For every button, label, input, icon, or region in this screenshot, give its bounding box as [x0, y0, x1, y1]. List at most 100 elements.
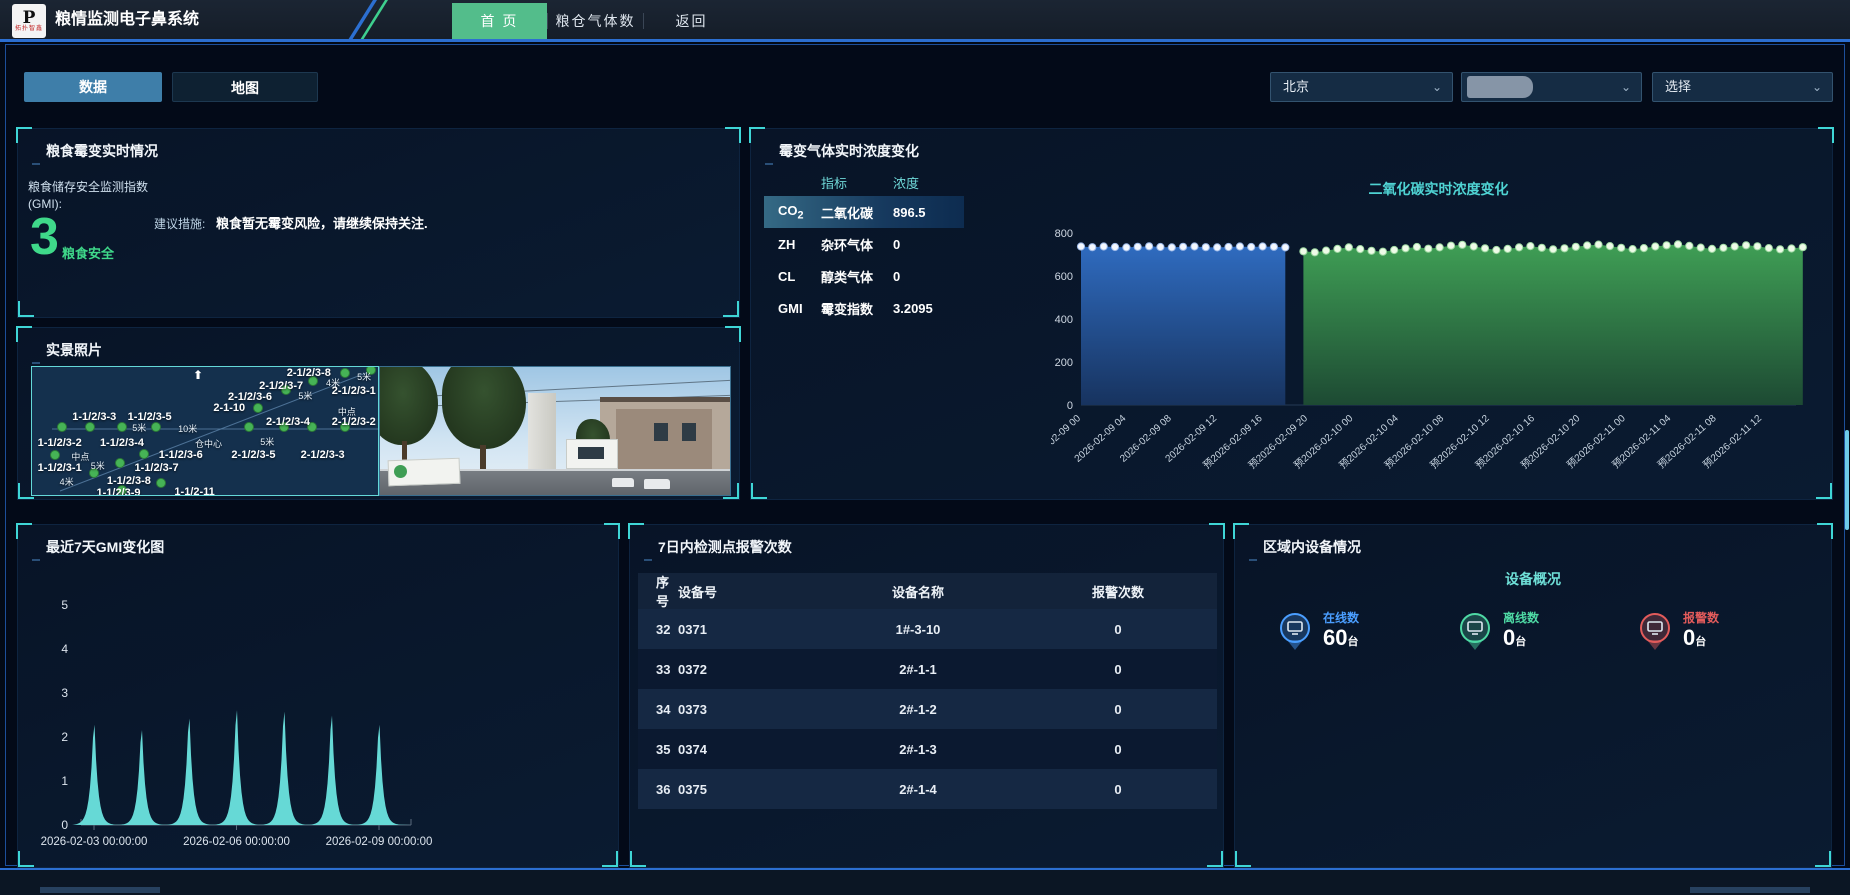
- sensor-label: 2-1-10: [213, 402, 245, 414]
- sensor-label: 1-1/2/3-1: [38, 462, 82, 474]
- header-swoosh-decoration: [330, 0, 420, 39]
- gas-table: 指标 浓度 CO2二氧化碳896.5ZH杂环气体0CL醇类气体0GMI霉变指数3…: [764, 173, 964, 324]
- alarm-table-row[interactable]: 3503742#-1-30: [638, 729, 1217, 769]
- svg-text:1: 1: [61, 774, 68, 788]
- svg-text:200: 200: [1055, 357, 1073, 369]
- map-view-button[interactable]: 地图: [172, 72, 318, 102]
- gas-value: 0: [893, 269, 900, 284]
- data-view-button[interactable]: 数据: [24, 72, 162, 102]
- alarm-table-header: 序号设备号设备名称报警次数: [638, 573, 1217, 609]
- photo-car: [644, 479, 670, 489]
- panel-mold-status: 粮食霉变实时情况 粮食储存安全监测指数 (GMI): 3 粮食安全 建议措施: …: [17, 128, 740, 318]
- panel-title: 7日内检测点报警次数: [658, 537, 792, 557]
- panel-title: 区域内设备情况: [1263, 537, 1361, 557]
- photo-tree: [442, 366, 526, 449]
- sensor-dot[interactable]: [244, 422, 254, 432]
- sensor-dot[interactable]: [340, 368, 350, 378]
- alarm-device-id: 0373: [678, 702, 808, 717]
- alarm-seq: 32: [638, 622, 678, 637]
- gas-value: 3.2095: [893, 301, 933, 316]
- title-tick-decoration: [32, 362, 40, 364]
- svg-text:800: 800: [1055, 228, 1073, 240]
- gas-name: 醇类气体: [821, 267, 893, 286]
- sensor-dot[interactable]: [139, 449, 149, 459]
- gmi-trend-chart[interactable]: 0123452026-02-03 00:00:002026-02-06 00:0…: [26, 555, 612, 866]
- alarm-table-row[interactable]: 3603752#-1-40: [638, 769, 1217, 809]
- app-title: 粮情监测电子鼻系统: [55, 0, 199, 39]
- sensor-dot[interactable]: [151, 422, 161, 432]
- svg-text:0: 0: [1067, 400, 1073, 412]
- alarm-count: 0: [1028, 622, 1208, 637]
- sensor-label: 1-1/2/3-6: [159, 449, 203, 461]
- panel-device-status: 区域内设备情况 设备概况 在线数60台离线数0台报警数0台: [1234, 524, 1832, 868]
- alarm-table-row[interactable]: 3403732#-1-20: [638, 689, 1217, 729]
- alarm-table-row[interactable]: 3203711#-3-100: [638, 609, 1217, 649]
- co2-concentration-chart[interactable]: 02004006008002026-02-09 002026-02-09 042…: [1051, 205, 1826, 510]
- app-header: P 拓扑智鑫 粮情监测电子鼻系统 首 页粮仓气体数据返回: [0, 0, 1850, 42]
- alarm-table-row[interactable]: 3303722#-1-10: [638, 649, 1217, 689]
- device-stat-value: 0台: [1683, 626, 1719, 654]
- select-dropdown[interactable]: 选择 ⌄: [1652, 72, 1833, 102]
- alarm-device-name: 2#-1-3: [808, 742, 1028, 757]
- alarm-count: 0: [1028, 702, 1208, 717]
- svg-text:3: 3: [61, 686, 68, 700]
- nav-tab-home[interactable]: 首 页: [452, 3, 547, 39]
- svg-text:4: 4: [61, 642, 68, 656]
- svg-text:2: 2: [61, 730, 68, 744]
- chevron-down-icon: ⌄: [1621, 73, 1631, 101]
- photo-sign-logo: [394, 465, 407, 478]
- device-stat-alarm: 报警数0台: [1635, 609, 1795, 654]
- nav-tab-back[interactable]: 返回: [644, 3, 739, 39]
- device-stats: 在线数60台离线数0台报警数0台: [1275, 609, 1795, 654]
- sensor-dot[interactable]: [117, 422, 127, 432]
- panel-gas-concentration: 霉变气体实时浓度变化 指标 浓度 CO2二氧化碳896.5ZH杂环气体0CL醇类…: [750, 128, 1833, 500]
- photo-building: [616, 409, 712, 473]
- advice-label: 建议措施:: [154, 215, 205, 232]
- alarm-device-id: 0374: [678, 742, 808, 757]
- device-badge-icon: [1635, 610, 1675, 654]
- alarm-count: 0: [1028, 782, 1208, 797]
- alarm-device-name: 2#-1-1: [808, 662, 1028, 677]
- chevron-down-icon: ⌄: [1812, 73, 1822, 101]
- svg-text:600: 600: [1055, 271, 1073, 283]
- footer-bar: [0, 868, 1850, 895]
- panel-title: 霉变气体实时浓度变化: [779, 141, 919, 161]
- sensor-label: 2-1/2/3-1: [332, 385, 376, 397]
- sensor-label: 5米: [91, 459, 105, 472]
- sensor-label: 1-1/2/3-7: [135, 462, 179, 474]
- sensor-label: 1-1/2/3-8: [107, 475, 151, 487]
- gas-row-cl[interactable]: CL醇类气体0: [764, 260, 964, 292]
- sensor-dot[interactable]: [57, 422, 67, 432]
- advice-text: 粮食暂无霉变风险，请继续保持关注.: [216, 213, 428, 232]
- sensor-label: 4米: [60, 475, 74, 488]
- nav-tabs: 首 页粮仓气体数据返回: [452, 3, 739, 39]
- sensor-label: 1-1/2-11: [174, 486, 214, 496]
- footer-accent-right: [1690, 887, 1810, 893]
- sensor-label: 10米: [178, 422, 197, 435]
- logo-mark: P: [23, 10, 36, 26]
- sensor-map[interactable]: 2-1/2/3-85米2-1/2/3-74米2-1/2/3-65米2-1-102…: [31, 366, 379, 496]
- gas-row-zh[interactable]: ZH杂环气体0: [764, 228, 964, 260]
- device-stat-label: 离线数: [1503, 609, 1539, 626]
- gas-row-gmi[interactable]: GMI霉变指数3.2095: [764, 292, 964, 324]
- sensor-dot[interactable]: [50, 450, 60, 460]
- site-photo[interactable]: [379, 366, 731, 496]
- title-tick-decoration: [1249, 559, 1257, 561]
- alarm-seq: 34: [638, 702, 678, 717]
- scrollbar-thumb[interactable]: [1845, 430, 1849, 530]
- sensor-dot[interactable]: [156, 478, 166, 488]
- nav-tab-granary-gas[interactable]: 粮仓气体数据: [548, 3, 643, 39]
- sensor-dot[interactable]: [85, 422, 95, 432]
- sensor-label: 5米: [298, 389, 312, 402]
- sensor-dot[interactable]: [253, 403, 263, 413]
- svg-text:5: 5: [61, 598, 68, 612]
- chevron-down-icon: ⌄: [1432, 73, 1442, 101]
- gas-row-co2[interactable]: CO2二氧化碳896.5: [764, 196, 964, 228]
- city-dropdown[interactable]: 北京 ⌄: [1270, 72, 1453, 102]
- alarm-col-header: 设备名称: [808, 582, 1028, 601]
- title-tick-decoration: [765, 163, 773, 165]
- device-stat-offline: 离线数0台: [1455, 609, 1615, 654]
- sensor-label: 1-1/2/3-2: [38, 437, 82, 449]
- site-dropdown[interactable]: ⌄: [1461, 72, 1642, 102]
- sensor-dot[interactable]: [115, 458, 125, 468]
